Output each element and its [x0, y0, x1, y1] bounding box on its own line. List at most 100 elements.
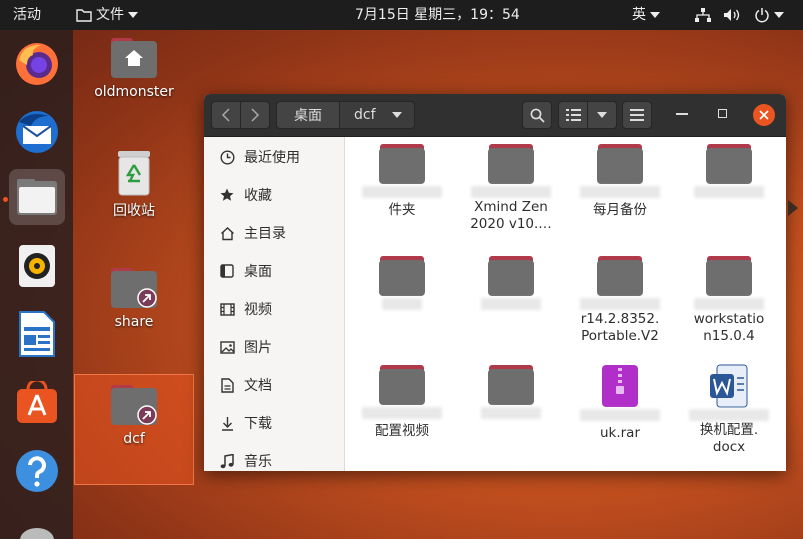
chevron-down-icon: [391, 112, 402, 118]
file-name: workstatio: [693, 311, 765, 327]
sidebar-item-starred[interactable]: 收藏: [204, 176, 345, 214]
file-name-line2: 2020 v10.…: [470, 216, 552, 232]
redacted-text: [362, 407, 442, 419]
minimize-button[interactable]: [676, 113, 688, 115]
sidebar-item-documents[interactable]: 文档: [204, 366, 345, 404]
app-grid-icon: [20, 528, 54, 539]
file-name-line2: docx: [712, 439, 746, 455]
sidebar-item-home[interactable]: 主目录: [204, 214, 345, 252]
folder-icon: [379, 365, 425, 405]
redacted-text: [689, 409, 769, 421]
dock-software[interactable]: [9, 375, 65, 431]
app-menu-label: 文件: [96, 7, 124, 23]
scroll-right-indicator[interactable]: [788, 200, 798, 216]
folder-icon: [706, 256, 752, 296]
file-item[interactable]: [457, 364, 565, 420]
chevron-right-icon: [251, 108, 260, 122]
chevron-down-icon: [650, 12, 660, 18]
app-menu[interactable]: 文件: [76, 0, 138, 30]
power-icon: [755, 8, 769, 23]
dock-files[interactable]: [9, 169, 65, 225]
hamburger-menu-icon: [630, 109, 644, 121]
desktop-icon: [220, 264, 234, 278]
forward-button[interactable]: [240, 101, 270, 129]
file-item[interactable]: uk.rar: [566, 364, 674, 442]
file-item[interactable]: 件夹: [348, 143, 456, 219]
thunderbird-icon: [16, 111, 58, 153]
redacted-text: [382, 298, 422, 310]
sidebar-item-desktop[interactable]: 桌面: [204, 252, 345, 290]
desktop-icon-dcf[interactable]: dcf: [74, 374, 194, 485]
desktop-icon-oldmonster[interactable]: oldmonster: [84, 36, 184, 100]
sidebar-item-label: 下载: [244, 416, 272, 432]
file-item[interactable]: 换机配置. docx: [675, 364, 783, 456]
redacted-text: [580, 409, 660, 421]
menu-button[interactable]: [622, 101, 652, 129]
breadcrumb-current[interactable]: dcf: [339, 101, 415, 129]
folder-icon: [488, 365, 534, 405]
file-name-line2: Portable.V2: [581, 328, 659, 344]
sidebar-item-label: 桌面: [244, 264, 272, 280]
redacted-text: [362, 186, 442, 198]
folder-link-icon: [111, 385, 157, 425]
back-button[interactable]: [211, 101, 241, 129]
sidebar-item-music[interactable]: 音乐: [204, 442, 345, 471]
clock[interactable]: 7月15日 星期三，19：54: [355, 0, 520, 30]
sidebar-item-label: 文档: [244, 378, 272, 394]
dock-rhythmbox[interactable]: [9, 238, 65, 294]
sidebar-item-recent[interactable]: 最近使用: [204, 138, 345, 176]
home-icon: [220, 226, 234, 240]
folder-link-icon: [111, 268, 157, 308]
sidebar-item-downloads[interactable]: 下载: [204, 404, 345, 442]
dock-help[interactable]: [9, 443, 65, 499]
trash-icon: [118, 151, 150, 196]
film-icon: [219, 302, 235, 316]
file-item[interactable]: [675, 143, 783, 199]
folder-icon: [706, 144, 752, 184]
breadcrumb-item[interactable]: 桌面: [276, 101, 340, 129]
file-name: 件夹: [388, 202, 416, 218]
dock-show-apps[interactable]: [9, 512, 65, 539]
volume-icon: [724, 9, 740, 21]
file-item[interactable]: r14.2.8352. Portable.V2: [566, 255, 674, 345]
file-grid: 件夹 Xmind Zen 2020 v10.… 每月备份 r14.2.8352.…: [345, 137, 786, 471]
desktop-icon-label: share: [114, 314, 154, 330]
desktop-icon-trash[interactable]: 回收站: [84, 150, 184, 220]
file-item[interactable]: [348, 255, 456, 311]
sidebar-item-videos[interactable]: 视频: [204, 290, 345, 328]
file-item[interactable]: Xmind Zen 2020 v10.…: [457, 143, 565, 233]
sidebar-item-pictures[interactable]: 图片: [204, 328, 345, 366]
redacted-text: [580, 298, 660, 310]
list-view-icon: [565, 109, 581, 121]
redacted-text: [694, 186, 764, 198]
home-folder-icon: [111, 38, 157, 78]
file-name: 每月备份: [593, 202, 647, 218]
activities-button[interactable]: 活动: [13, 0, 41, 30]
file-item[interactable]: 配置视频: [348, 364, 456, 440]
dock-writer[interactable]: [9, 306, 65, 362]
file-item[interactable]: [457, 255, 565, 311]
file-name: Xmind Zen: [474, 199, 548, 215]
search-button[interactable]: [522, 101, 552, 129]
word-document-icon: [710, 364, 748, 408]
input-method-indicator[interactable]: 英: [632, 0, 660, 30]
system-status-area[interactable]: [695, 0, 784, 30]
desktop-icon-share[interactable]: share: [84, 266, 184, 330]
dock-firefox[interactable]: [9, 36, 65, 92]
maximize-button[interactable]: [718, 109, 727, 118]
sidebar-item-label: 音乐: [244, 454, 272, 470]
search-icon: [530, 108, 545, 123]
file-item[interactable]: 每月备份: [566, 143, 674, 219]
sidebar-item-label: 最近使用: [244, 150, 300, 166]
help-icon: [16, 450, 58, 492]
running-indicator: [3, 197, 8, 202]
dock-thunderbird[interactable]: [9, 104, 65, 160]
close-button[interactable]: [753, 104, 775, 126]
close-icon: [759, 110, 769, 120]
file-item[interactable]: workstatio n15.0.4: [675, 255, 783, 345]
view-options-button[interactable]: [587, 101, 617, 129]
view-toggle-button[interactable]: [558, 101, 588, 129]
music-icon: [220, 453, 234, 468]
redacted-text: [471, 186, 551, 198]
star-icon: [220, 188, 234, 201]
